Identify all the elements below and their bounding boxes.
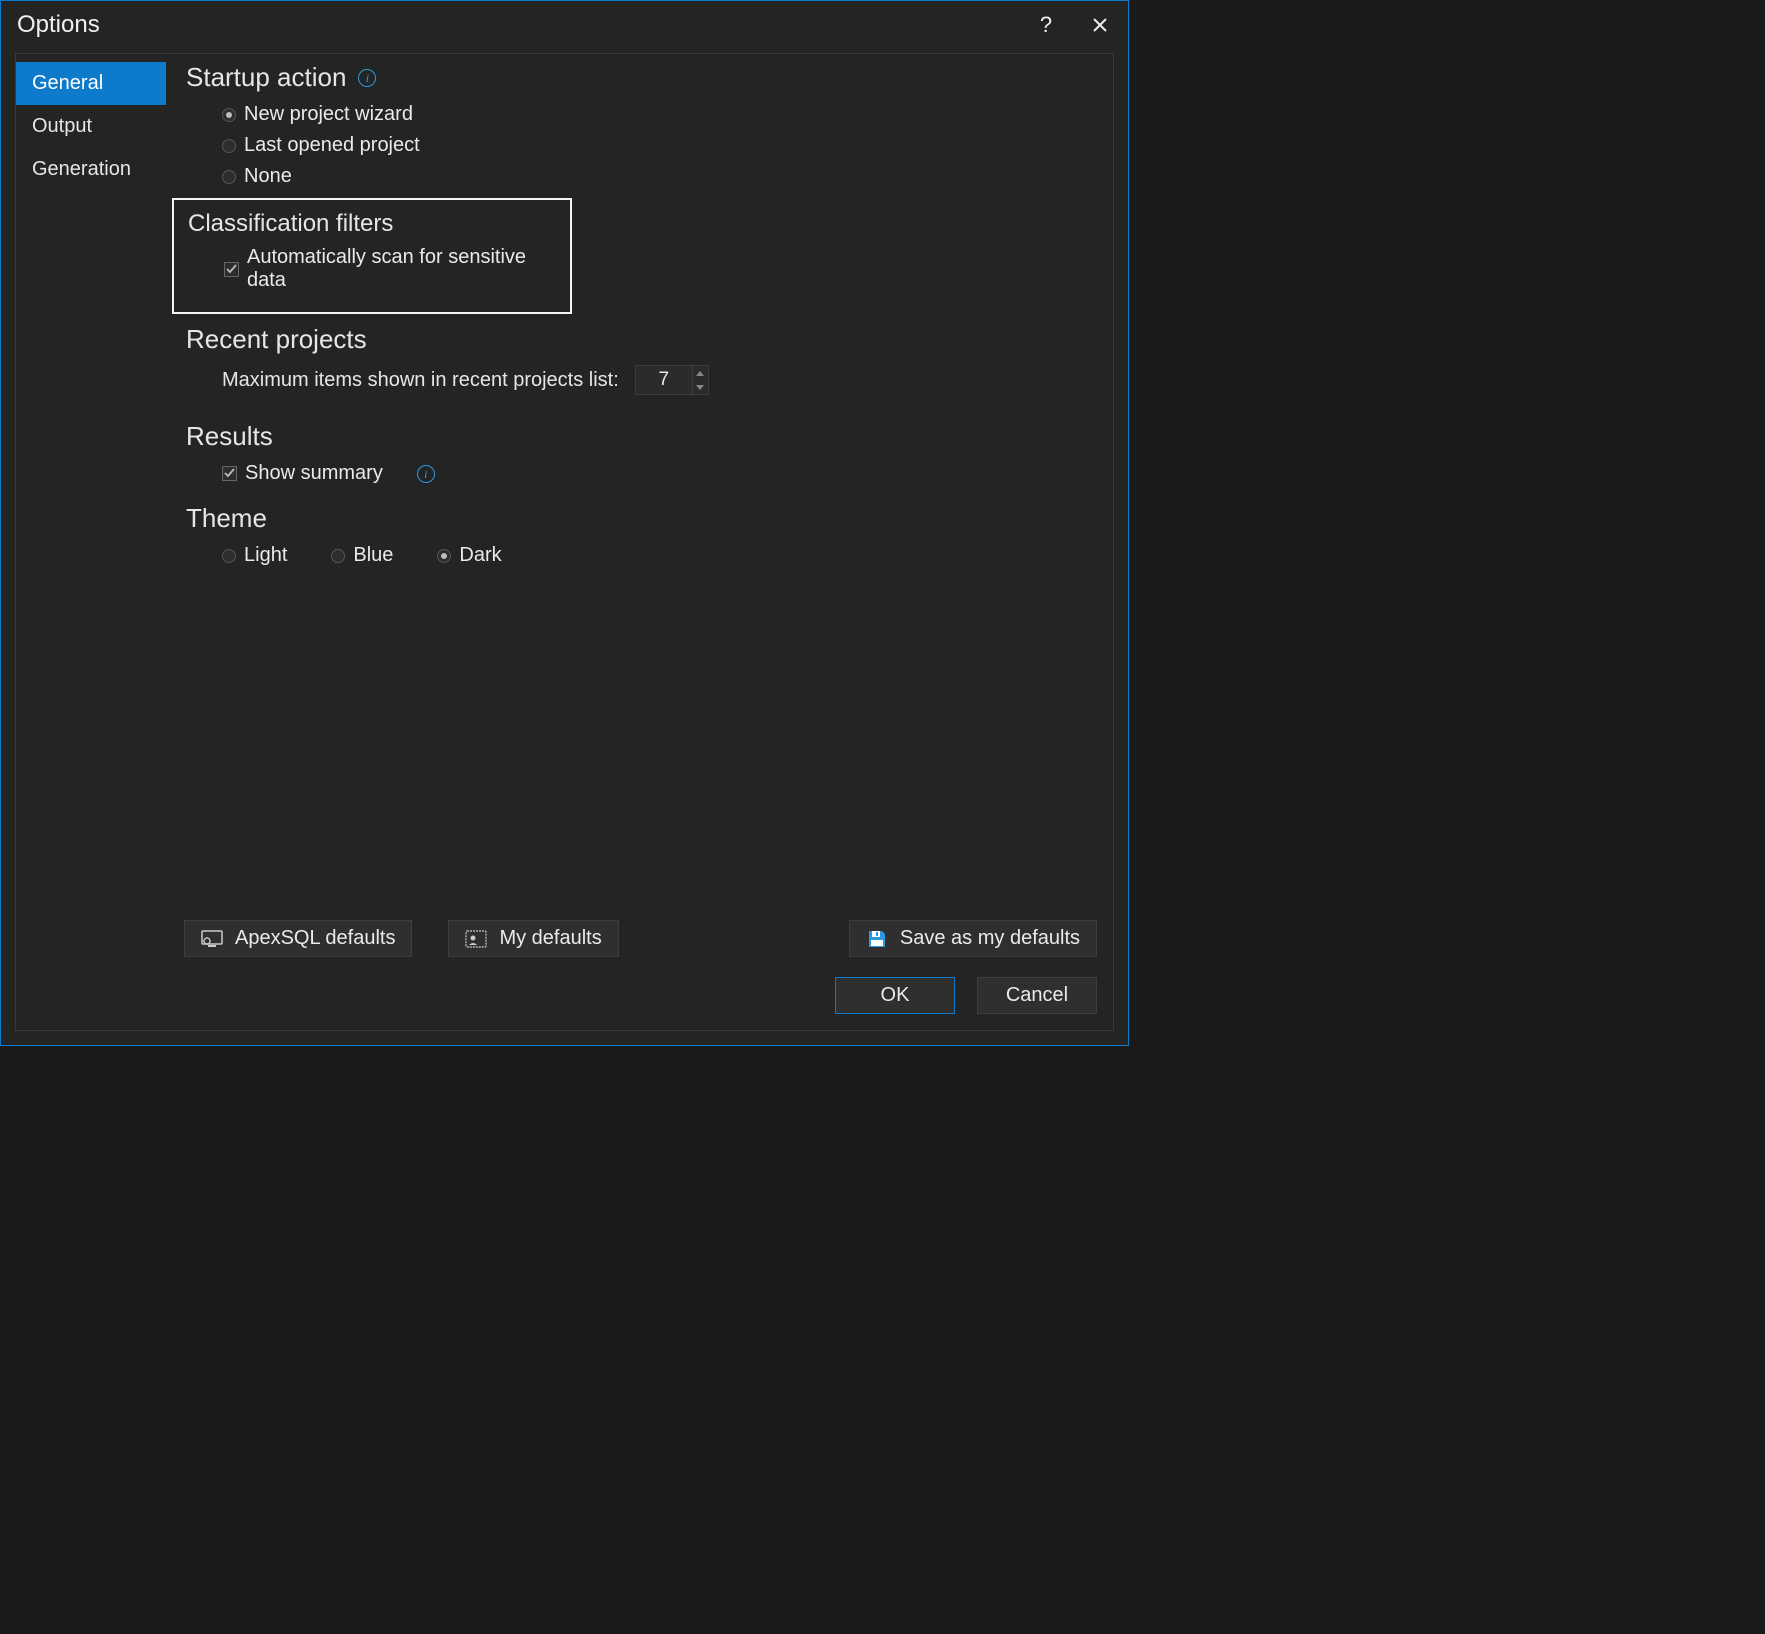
checkbox-show-summary[interactable]: Show summary i bbox=[222, 462, 1093, 485]
recent-section: Recent projects Maximum items shown in r… bbox=[186, 324, 1093, 395]
theme-title: Theme bbox=[186, 503, 1093, 534]
info-icon[interactable]: i bbox=[417, 465, 435, 483]
options-dialog: Options ? General Output Generation bbox=[0, 0, 1129, 1046]
titlebar-buttons: ? bbox=[1034, 12, 1112, 38]
sidebar: General Output Generation bbox=[16, 54, 166, 920]
recent-label: Maximum items shown in recent projects l… bbox=[222, 369, 619, 392]
classification-section: Classification filters Automatically sca… bbox=[172, 198, 572, 314]
radio-indicator bbox=[222, 139, 236, 153]
theme-section: Theme Light Blue Dark bbox=[186, 503, 1093, 567]
radio-indicator bbox=[331, 549, 345, 563]
help-button[interactable]: ? bbox=[1034, 12, 1058, 38]
chevron-up-icon bbox=[696, 371, 704, 376]
check-icon bbox=[224, 468, 235, 479]
section-title: Theme bbox=[186, 503, 267, 534]
close-button[interactable] bbox=[1088, 12, 1112, 38]
checkbox-indicator bbox=[222, 466, 237, 481]
ok-button[interactable]: OK bbox=[835, 977, 955, 1014]
user-card-icon bbox=[465, 928, 487, 950]
footer-defaults-row: ApexSQL defaults My defaults Save as my … bbox=[32, 920, 1097, 957]
chevron-down-icon bbox=[696, 385, 704, 390]
radio-indicator bbox=[222, 108, 236, 122]
button-label: Cancel bbox=[1006, 984, 1068, 1007]
titlebar: Options ? bbox=[1, 1, 1128, 53]
recent-title: Recent projects bbox=[186, 324, 1093, 355]
footer-actions-row: OK Cancel bbox=[32, 977, 1097, 1014]
classification-title: Classification filters bbox=[188, 210, 556, 238]
radio-label: Light bbox=[244, 544, 287, 567]
radio-theme-light[interactable]: Light bbox=[222, 544, 287, 567]
sidebar-item-label: General bbox=[32, 72, 103, 94]
results-title: Results bbox=[186, 421, 1093, 452]
recent-items-stepper[interactable] bbox=[635, 365, 709, 395]
startup-options: New project wizard Last opened project N… bbox=[186, 103, 1093, 188]
section-title: Startup action bbox=[186, 62, 346, 93]
content-row: General Output Generation Startup action… bbox=[16, 54, 1113, 920]
radio-label: Last opened project bbox=[244, 134, 420, 157]
sidebar-item-label: Generation bbox=[32, 158, 131, 180]
checkbox-indicator bbox=[224, 262, 239, 277]
sidebar-item-general[interactable]: General bbox=[16, 62, 166, 105]
footer: ApexSQL defaults My defaults Save as my … bbox=[16, 920, 1113, 1030]
checkbox-auto-scan[interactable]: Automatically scan for sensitive data bbox=[224, 246, 556, 292]
radio-theme-blue[interactable]: Blue bbox=[331, 544, 393, 567]
sidebar-item-label: Output bbox=[32, 115, 92, 137]
save-icon bbox=[866, 928, 888, 950]
radio-indicator bbox=[222, 170, 236, 184]
radio-none[interactable]: None bbox=[222, 165, 1093, 188]
section-title: Classification filters bbox=[188, 210, 393, 238]
radio-theme-dark[interactable]: Dark bbox=[437, 544, 501, 567]
button-label: Save as my defaults bbox=[900, 927, 1080, 950]
theme-options: Light Blue Dark bbox=[186, 544, 1093, 567]
recent-items-input[interactable] bbox=[636, 366, 692, 394]
radio-label: None bbox=[244, 165, 292, 188]
recent-row: Maximum items shown in recent projects l… bbox=[186, 365, 1093, 395]
my-defaults-button[interactable]: My defaults bbox=[448, 920, 618, 957]
startup-title-row: Startup action i bbox=[186, 62, 1093, 93]
section-title: Recent projects bbox=[186, 324, 367, 355]
info-icon[interactable]: i bbox=[358, 69, 376, 87]
results-options: Show summary i bbox=[186, 462, 1093, 485]
radio-last-opened[interactable]: Last opened project bbox=[222, 134, 1093, 157]
window-title: Options bbox=[17, 11, 100, 39]
button-label: My defaults bbox=[499, 927, 601, 950]
stepper-down[interactable] bbox=[693, 380, 708, 394]
startup-section: Startup action i New project wizard Last… bbox=[186, 62, 1093, 188]
apexsql-defaults-button[interactable]: ApexSQL defaults bbox=[184, 920, 412, 957]
checkbox-label: Automatically scan for sensitive data bbox=[247, 246, 556, 292]
close-icon bbox=[1093, 18, 1107, 32]
checkbox-label: Show summary bbox=[245, 462, 383, 485]
button-label: OK bbox=[881, 984, 910, 1007]
section-title: Results bbox=[186, 421, 273, 452]
radio-label: New project wizard bbox=[244, 103, 413, 126]
radio-label: Dark bbox=[459, 544, 501, 567]
save-as-my-defaults-button[interactable]: Save as my defaults bbox=[849, 920, 1097, 957]
sidebar-item-generation[interactable]: Generation bbox=[16, 148, 166, 191]
stepper-spinners bbox=[692, 366, 708, 394]
radio-indicator bbox=[222, 549, 236, 563]
sidebar-item-output[interactable]: Output bbox=[16, 105, 166, 148]
main-panel: Startup action i New project wizard Last… bbox=[166, 54, 1113, 920]
content-frame: General Output Generation Startup action… bbox=[15, 53, 1114, 1031]
classification-options: Automatically scan for sensitive data bbox=[188, 246, 556, 292]
results-section: Results Show summary i bbox=[186, 421, 1093, 485]
button-label: ApexSQL defaults bbox=[235, 927, 395, 950]
gear-screen-icon bbox=[201, 928, 223, 950]
radio-label: Blue bbox=[353, 544, 393, 567]
check-icon bbox=[226, 264, 237, 275]
stepper-up[interactable] bbox=[693, 366, 708, 380]
radio-indicator bbox=[437, 549, 451, 563]
radio-new-project[interactable]: New project wizard bbox=[222, 103, 1093, 126]
cancel-button[interactable]: Cancel bbox=[977, 977, 1097, 1014]
